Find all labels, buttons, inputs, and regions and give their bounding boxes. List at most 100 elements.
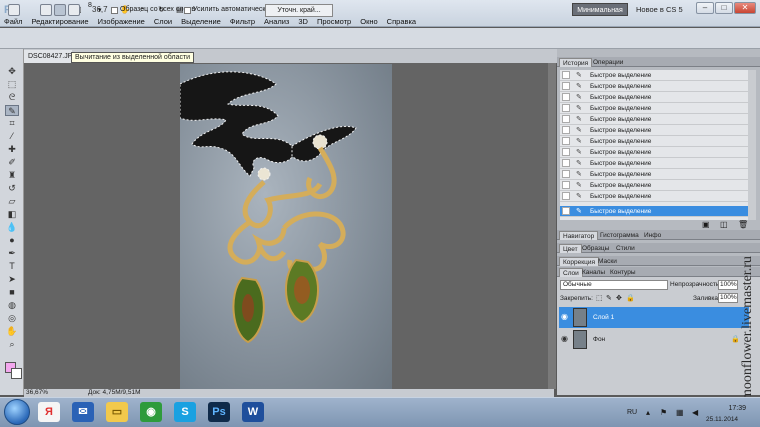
opacity-input[interactable]: 100%: [718, 280, 738, 290]
visibility-eye-icon[interactable]: ◉: [561, 313, 569, 321]
history-item[interactable]: ✎ Быстрое выделение: [560, 92, 748, 103]
email-client-icon[interactable]: ✉: [72, 402, 94, 422]
tray-expand-icon[interactable]: ▴: [646, 408, 650, 417]
tab-histogram[interactable]: Гистограмма: [597, 231, 642, 240]
history-source-checkbox[interactable]: [562, 126, 570, 134]
history-source-checkbox[interactable]: [562, 104, 570, 112]
clock-time[interactable]: 17:39: [716, 405, 746, 412]
crop-tool-icon[interactable]: ⌗: [5, 118, 19, 129]
visibility-eye-icon[interactable]: ◉: [561, 335, 569, 343]
3d-orbit-tool-icon[interactable]: ◎: [5, 313, 19, 324]
tray-flag-icon[interactable]: ⚑: [660, 408, 667, 417]
auto-enhance-checkbox[interactable]: [184, 7, 191, 14]
skype-icon[interactable]: S: [174, 402, 196, 422]
history-item[interactable]: ✎ Быстрое выделение: [560, 114, 748, 125]
tab-navigator[interactable]: Навигатор: [559, 231, 599, 240]
fill-input[interactable]: 100%: [718, 293, 738, 303]
chrome-icon[interactable]: ◉: [140, 402, 162, 422]
brush-tool-icon[interactable]: ✐: [5, 157, 19, 168]
history-source-checkbox[interactable]: [562, 148, 570, 156]
history-scrollbar[interactable]: [748, 70, 756, 220]
eyedropper-tool-icon[interactable]: ⁄: [5, 131, 19, 142]
history-item[interactable]: ✎ Быстрое выделение: [560, 81, 748, 92]
tab-info[interactable]: Инфо: [641, 231, 664, 240]
history-brush-tool-icon[interactable]: ↺: [5, 183, 19, 194]
lasso-tool-icon[interactable]: ᘓ: [5, 92, 19, 103]
lock-all-icon[interactable]: 🔒: [626, 294, 635, 302]
shape-tool-icon[interactable]: ■: [5, 287, 19, 298]
menu-view[interactable]: Просмотр: [317, 17, 351, 27]
menu-help[interactable]: Справка: [387, 17, 416, 27]
network-icon[interactable]: ▦: [676, 408, 684, 417]
workspace-button[interactable]: Минимальная: [572, 3, 628, 16]
delete-state-icon[interactable]: 🗑: [738, 220, 748, 229]
history-source-checkbox[interactable]: [562, 207, 570, 215]
layer-row-active[interactable]: ◉ Слой 1: [559, 307, 749, 328]
history-source-checkbox[interactable]: [562, 192, 570, 200]
language-indicator[interactable]: RU: [627, 409, 637, 416]
blend-mode-select[interactable]: Обычные: [560, 280, 668, 290]
menu-layers[interactable]: Слои: [154, 17, 172, 27]
volume-icon[interactable]: ◀: [692, 408, 698, 417]
new-snapshot-icon[interactable]: ◫: [720, 220, 728, 229]
history-source-checkbox[interactable]: [562, 181, 570, 189]
clock-date[interactable]: 25.11.2014: [706, 416, 738, 423]
tab-styles[interactable]: Стили: [613, 244, 638, 253]
lock-position-icon[interactable]: ✥: [616, 294, 622, 302]
menu-analysis[interactable]: Анализ: [264, 17, 289, 27]
history-item[interactable]: ✎ Быстрое выделение: [560, 169, 748, 180]
menu-file[interactable]: Файл: [4, 17, 22, 27]
brush-dropdown-icon[interactable]: ▾: [98, 6, 102, 14]
history-item[interactable]: ✎ Быстрое выделение: [560, 158, 748, 169]
start-button[interactable]: [4, 399, 30, 425]
history-item[interactable]: ✎ Быстрое выделение: [560, 180, 748, 191]
close-button[interactable]: ✕: [734, 2, 756, 14]
file-explorer-icon[interactable]: ▭: [106, 402, 128, 422]
canvas-scrollbar[interactable]: [548, 63, 556, 389]
path-selection-tool-icon[interactable]: ➤: [5, 274, 19, 285]
whats-new-link[interactable]: Новое в CS 5: [636, 5, 683, 14]
subtract-selection-icon[interactable]: [54, 4, 66, 16]
tab-history[interactable]: История: [559, 58, 593, 67]
maximize-button[interactable]: □: [715, 2, 733, 14]
history-source-checkbox[interactable]: [562, 115, 570, 123]
clone-stamp-tool-icon[interactable]: ♜: [5, 170, 19, 181]
zoom-status[interactable]: 36,67%: [26, 389, 48, 396]
eraser-tool-icon[interactable]: ▱: [5, 196, 19, 207]
photoshop-taskbar-icon[interactable]: Ps: [208, 402, 230, 422]
history-source-checkbox[interactable]: [562, 137, 570, 145]
new-selection-icon[interactable]: [40, 4, 52, 16]
marquee-tool-icon[interactable]: ⬚: [5, 79, 19, 90]
menu-3d[interactable]: 3D: [298, 17, 308, 27]
blur-tool-icon[interactable]: 💧: [5, 222, 19, 233]
3d-rotate-tool-icon[interactable]: ◍: [5, 300, 19, 311]
hand-tool-icon[interactable]: ✋: [5, 326, 19, 337]
gradient-tool-icon[interactable]: ◧: [5, 209, 19, 220]
sample-all-layers-checkbox[interactable]: [111, 7, 118, 14]
history-item[interactable]: ✎ Быстрое выделение: [560, 191, 748, 202]
history-item[interactable]: ✎ Быстрое выделение: [560, 125, 748, 136]
history-item[interactable]: ✎ Быстрое выделение: [560, 103, 748, 114]
tool-preset-icon[interactable]: [8, 4, 20, 16]
minimize-button[interactable]: –: [696, 2, 714, 14]
add-selection-icon[interactable]: [68, 4, 80, 16]
tab-masks[interactable]: Маски: [595, 257, 620, 266]
zoom-tool-icon[interactable]: ⌕: [5, 339, 19, 350]
dodge-tool-icon[interactable]: ●: [5, 235, 19, 246]
history-item[interactable]: ✎ Быстрое выделение: [560, 70, 748, 81]
tab-adjustments[interactable]: Коррекция: [559, 257, 599, 266]
history-item[interactable]: ✎ Быстрое выделение: [560, 147, 748, 158]
history-source-checkbox[interactable]: [562, 170, 570, 178]
tab-paths[interactable]: Контуры: [607, 268, 639, 277]
menu-window[interactable]: Окно: [360, 17, 377, 27]
healing-brush-tool-icon[interactable]: ✚: [5, 144, 19, 155]
refine-edge-button[interactable]: Уточн. край...: [265, 4, 333, 17]
move-tool-icon[interactable]: ✥: [5, 66, 19, 77]
yandex-browser-icon[interactable]: Я: [38, 402, 60, 422]
layer-row[interactable]: ◉ Фон 🔒: [559, 329, 749, 350]
history-source-checkbox[interactable]: [562, 71, 570, 79]
tab-channels[interactable]: Каналы: [579, 268, 608, 277]
lock-transparent-icon[interactable]: ⬚: [596, 294, 603, 302]
pen-tool-icon[interactable]: ✒: [5, 248, 19, 259]
menu-image[interactable]: Изображение: [98, 17, 145, 27]
